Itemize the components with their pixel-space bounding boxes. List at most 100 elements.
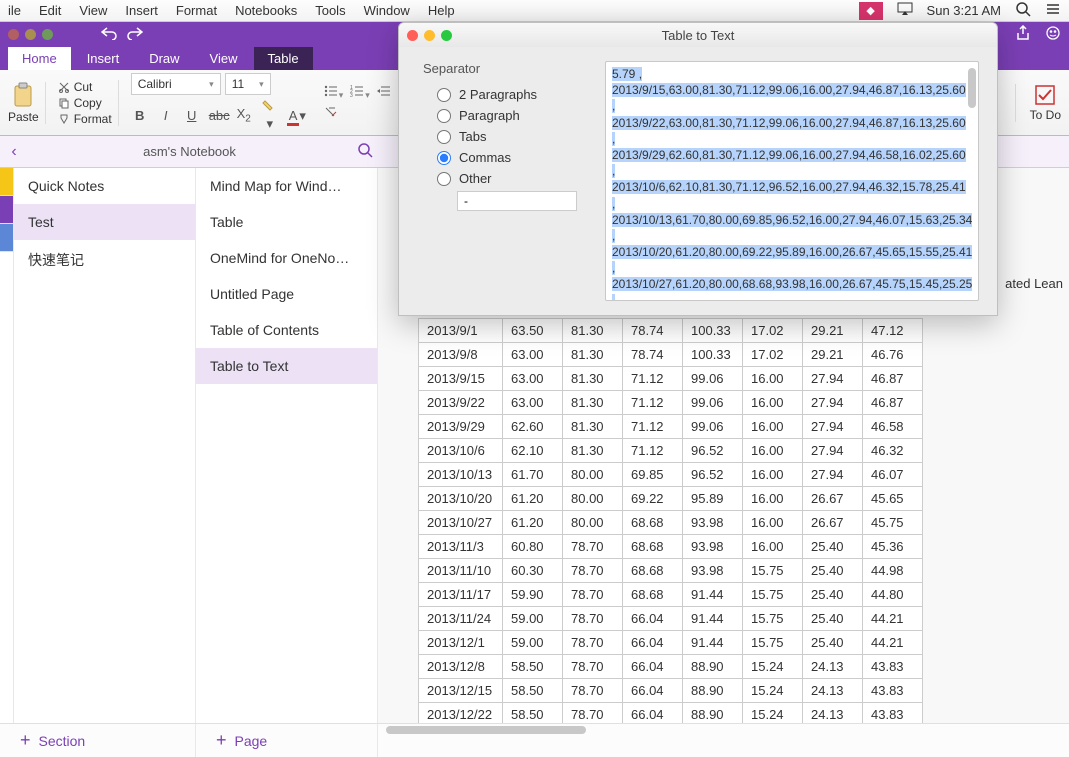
menu-file[interactable]: ile: [8, 3, 21, 18]
table-cell[interactable]: 46.87: [863, 367, 923, 391]
window-traffic-lights[interactable]: [8, 29, 53, 40]
table-cell[interactable]: 81.30: [563, 415, 623, 439]
menu-help[interactable]: Help: [428, 3, 455, 18]
dialog-titlebar[interactable]: Table to Text: [399, 23, 997, 47]
table-cell[interactable]: 80.00: [563, 463, 623, 487]
close-window-icon[interactable]: [8, 29, 19, 40]
table-cell[interactable]: 63.00: [503, 367, 563, 391]
table-cell[interactable]: 78.74: [623, 319, 683, 343]
table-cell[interactable]: 71.12: [623, 391, 683, 415]
table-cell[interactable]: 44.21: [863, 607, 923, 631]
section-tab-2[interactable]: [0, 196, 13, 224]
table-cell[interactable]: 58.50: [503, 703, 563, 724]
table-cell[interactable]: 58.50: [503, 655, 563, 679]
table-cell[interactable]: 2013/11/3: [419, 535, 503, 559]
table-cell[interactable]: 2013/10/20: [419, 487, 503, 511]
table-cell[interactable]: 63.50: [503, 319, 563, 343]
separator-option-commas[interactable]: Commas: [423, 147, 593, 168]
table-cell[interactable]: 24.13: [803, 679, 863, 703]
table-cell[interactable]: 46.58: [863, 415, 923, 439]
table-cell[interactable]: 17.02: [743, 343, 803, 367]
table-cell[interactable]: 16.00: [743, 415, 803, 439]
table-cell[interactable]: 69.85: [623, 463, 683, 487]
table-cell[interactable]: 2013/12/22: [419, 703, 503, 724]
strikethrough-button[interactable]: abc: [209, 108, 227, 123]
table-cell[interactable]: 62.10: [503, 439, 563, 463]
table-cell[interactable]: 59.90: [503, 583, 563, 607]
table-cell[interactable]: 27.94: [803, 391, 863, 415]
table-cell[interactable]: 29.21: [803, 319, 863, 343]
section-item[interactable]: Quick Notes: [14, 168, 195, 204]
search-button[interactable]: [351, 142, 379, 161]
table-cell[interactable]: 71.12: [623, 439, 683, 463]
table-cell[interactable]: 59.00: [503, 631, 563, 655]
table-cell[interactable]: 66.04: [623, 607, 683, 631]
table-cell[interactable]: 46.32: [863, 439, 923, 463]
table-cell[interactable]: 16.00: [743, 463, 803, 487]
table-cell[interactable]: 27.94: [803, 367, 863, 391]
separator-other-input[interactable]: [457, 191, 577, 211]
table-cell[interactable]: 61.20: [503, 511, 563, 535]
spotlight-icon[interactable]: [1015, 1, 1031, 20]
highlight-button[interactable]: ▾: [261, 99, 279, 132]
menu-list-icon[interactable]: [1045, 1, 1061, 20]
table-cell[interactable]: 58.50: [503, 679, 563, 703]
table-cell[interactable]: 2013/11/24: [419, 607, 503, 631]
table-cell[interactable]: 91.44: [683, 631, 743, 655]
menu-window[interactable]: Window: [364, 3, 410, 18]
menu-view[interactable]: View: [79, 3, 107, 18]
table-cell[interactable]: 99.06: [683, 367, 743, 391]
table-cell[interactable]: 24.13: [803, 655, 863, 679]
table-cell[interactable]: 16.00: [743, 535, 803, 559]
table-cell[interactable]: 81.30: [563, 319, 623, 343]
table-cell[interactable]: 2013/10/27: [419, 511, 503, 535]
table-cell[interactable]: 59.00: [503, 607, 563, 631]
table-cell[interactable]: 66.04: [623, 679, 683, 703]
table-cell[interactable]: 93.98: [683, 559, 743, 583]
gem-icon[interactable]: ◆: [859, 2, 883, 20]
clear-format-button[interactable]: [323, 105, 339, 122]
table-cell[interactable]: 78.70: [563, 607, 623, 631]
section-item[interactable]: Test: [14, 204, 195, 240]
table-cell[interactable]: 2013/12/1: [419, 631, 503, 655]
table-cell[interactable]: 91.44: [683, 583, 743, 607]
table-cell[interactable]: 93.98: [683, 535, 743, 559]
numbering-button[interactable]: 123▾: [349, 84, 370, 101]
table-cell[interactable]: 27.94: [803, 415, 863, 439]
table-cell[interactable]: 68.68: [623, 583, 683, 607]
table-cell[interactable]: 15.75: [743, 559, 803, 583]
bullets-button[interactable]: ▾: [323, 84, 344, 101]
table-cell[interactable]: 44.80: [863, 583, 923, 607]
table-cell[interactable]: 99.06: [683, 391, 743, 415]
tab-insert[interactable]: Insert: [73, 47, 134, 70]
subscript-button[interactable]: X2: [235, 106, 253, 125]
table-cell[interactable]: 88.90: [683, 703, 743, 724]
tab-draw[interactable]: Draw: [135, 47, 193, 70]
tab-home[interactable]: Home: [8, 47, 71, 70]
table-cell[interactable]: 78.70: [563, 703, 623, 724]
redo-button[interactable]: [127, 26, 143, 43]
minimize-window-icon[interactable]: [25, 29, 36, 40]
section-item[interactable]: 快速笔记: [14, 240, 195, 280]
tab-view[interactable]: View: [196, 47, 252, 70]
table-cell[interactable]: 26.67: [803, 487, 863, 511]
tab-table[interactable]: Table: [254, 47, 313, 70]
paste-button[interactable]: Paste: [8, 82, 46, 124]
table-cell[interactable]: 88.90: [683, 679, 743, 703]
table-cell[interactable]: 43.83: [863, 703, 923, 724]
add-section-button[interactable]: +Section: [0, 724, 196, 757]
table-cell[interactable]: 78.70: [563, 655, 623, 679]
table-cell[interactable]: 91.44: [683, 607, 743, 631]
table-cell[interactable]: 81.30: [563, 343, 623, 367]
table-cell[interactable]: 71.12: [623, 415, 683, 439]
dialog-minimize-icon[interactable]: [424, 30, 435, 41]
dialog-close-icon[interactable]: [407, 30, 418, 41]
table-cell[interactable]: 15.24: [743, 703, 803, 724]
preview-scrollbar[interactable]: [968, 68, 976, 108]
bold-button[interactable]: B: [131, 108, 149, 123]
table-cell[interactable]: 78.70: [563, 583, 623, 607]
data-table[interactable]: 2013/9/163.5081.3078.74100.3317.0229.214…: [418, 318, 923, 723]
separator-option-tabs[interactable]: Tabs: [423, 126, 593, 147]
table-cell[interactable]: 68.68: [623, 535, 683, 559]
zoom-window-icon[interactable]: [42, 29, 53, 40]
